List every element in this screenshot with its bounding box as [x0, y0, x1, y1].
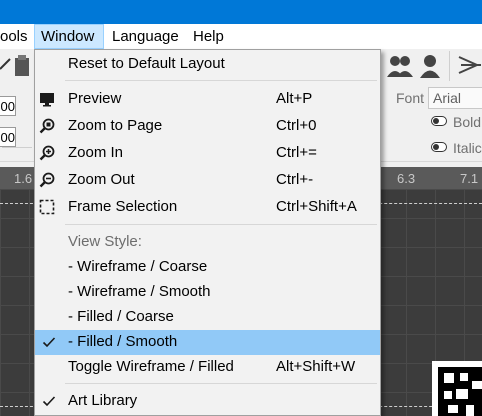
font-label: Font	[396, 90, 425, 106]
menu-item-shortcut: Alt+Shift+W	[276, 358, 356, 375]
menu-item-toggle-wireframe-filled[interactable]: Toggle Wireframe / Filled Alt+Shift+W	[35, 355, 380, 380]
ruler-label-mid: 6.3	[397, 171, 416, 186]
window-titlebar	[0, 0, 482, 24]
menu-item-label: Zoom In	[68, 144, 124, 161]
group-users-icon[interactable]	[386, 53, 414, 79]
menu-item-shortcut: Ctrl+-	[276, 171, 314, 188]
menu-help[interactable]: Help	[193, 24, 224, 49]
bold-label: Bold	[453, 114, 482, 130]
menu-item-label: Zoom to Page	[68, 117, 163, 134]
toolbar-separator	[449, 51, 450, 81]
menu-item-filled-smooth[interactable]: - Filled / Smooth	[35, 330, 380, 355]
menu-item-label: View Style:	[68, 233, 142, 250]
ruler-label-left: 1.6	[14, 171, 33, 186]
menu-item-shortcut: Alt+P	[276, 90, 313, 107]
monitor-icon	[40, 93, 54, 107]
menu-item-label: Art Library	[68, 392, 138, 409]
menu-item-shortcut: Ctrl+=	[276, 144, 317, 161]
menu-item-zoom-in[interactable]: Zoom In Ctrl+=	[35, 141, 380, 166]
zoom-page-icon	[39, 118, 55, 134]
menu-item-label: Toggle Wireframe / Filled	[68, 358, 234, 375]
menu-item-label: - Wireframe / Coarse	[68, 258, 208, 275]
font-panel: Font Arial Bold Italic	[388, 87, 482, 161]
paste-icon[interactable]	[14, 55, 34, 79]
menu-item-frame-selection[interactable]: Frame Selection Ctrl+Shift+A	[35, 195, 380, 220]
menu-item-zoom-to-page[interactable]: Zoom to Page Ctrl+0	[35, 114, 380, 139]
frame-selection-icon	[39, 199, 55, 215]
menu-item-label: Reset to Default Layout	[68, 55, 225, 72]
window-dropdown-menu: Reset to Default Layout Preview Alt+P Zo…	[34, 49, 381, 416]
menu-item-wireframe-coarse[interactable]: - Wireframe / Coarse	[35, 255, 380, 280]
scissors-icon[interactable]	[0, 55, 12, 79]
menu-item-label: Frame Selection	[68, 198, 178, 215]
ruler-label-right: 7.1	[460, 171, 479, 186]
menu-item-art-library[interactable]: Art Library	[35, 389, 380, 414]
menu-language[interactable]: Language	[112, 24, 179, 49]
checkmark-icon	[42, 396, 56, 407]
menu-item-label: Preview	[68, 90, 122, 107]
user-icon[interactable]	[418, 53, 442, 79]
font-select[interactable]: Arial	[428, 87, 482, 109]
menu-window[interactable]: Window	[34, 24, 104, 49]
checkmark-icon	[42, 337, 56, 348]
menu-bar: ools Window Language Help	[0, 24, 482, 49]
menu-item-filled-coarse[interactable]: - Filled / Coarse	[35, 305, 380, 330]
menu-tools[interactable]: ools	[0, 24, 30, 49]
menu-item-label: Zoom Out	[68, 171, 135, 188]
menu-item-preview[interactable]: Preview Alt+P	[35, 87, 380, 112]
italic-label: Italic	[453, 140, 482, 156]
menu-item-label: - Filled / Smooth	[68, 333, 178, 350]
menu-item-label: - Wireframe / Smooth	[68, 283, 211, 300]
font-select-value: Arial	[433, 90, 462, 106]
menu-item-zoom-out[interactable]: Zoom Out Ctrl+-	[35, 168, 380, 193]
qr-code-artwork[interactable]	[432, 361, 482, 416]
menu-item-wireframe-smooth[interactable]: - Wireframe / Smooth	[35, 280, 380, 305]
menu-separator	[65, 224, 377, 225]
bold-toggle[interactable]	[431, 116, 447, 126]
zoom-out-icon	[39, 172, 55, 188]
menu-item-shortcut: Ctrl+0	[276, 117, 317, 134]
menu-item-label: - Filled / Coarse	[68, 308, 174, 325]
menu-item-reset-layout[interactable]: Reset to Default Layout	[35, 52, 380, 77]
numeric-field-2[interactable]: 00	[0, 127, 16, 147]
zoom-in-icon	[39, 145, 55, 161]
menu-header-view-style: View Style:	[35, 230, 380, 255]
numeric-field-1[interactable]: 00	[0, 96, 16, 116]
italic-toggle[interactable]	[431, 142, 447, 152]
menu-separator	[65, 383, 377, 384]
toolbar-divider	[2, 147, 32, 148]
menu-separator	[65, 80, 377, 81]
menu-item-shortcut: Ctrl+Shift+A	[276, 198, 357, 215]
text-direction-icon[interactable]	[457, 55, 482, 77]
